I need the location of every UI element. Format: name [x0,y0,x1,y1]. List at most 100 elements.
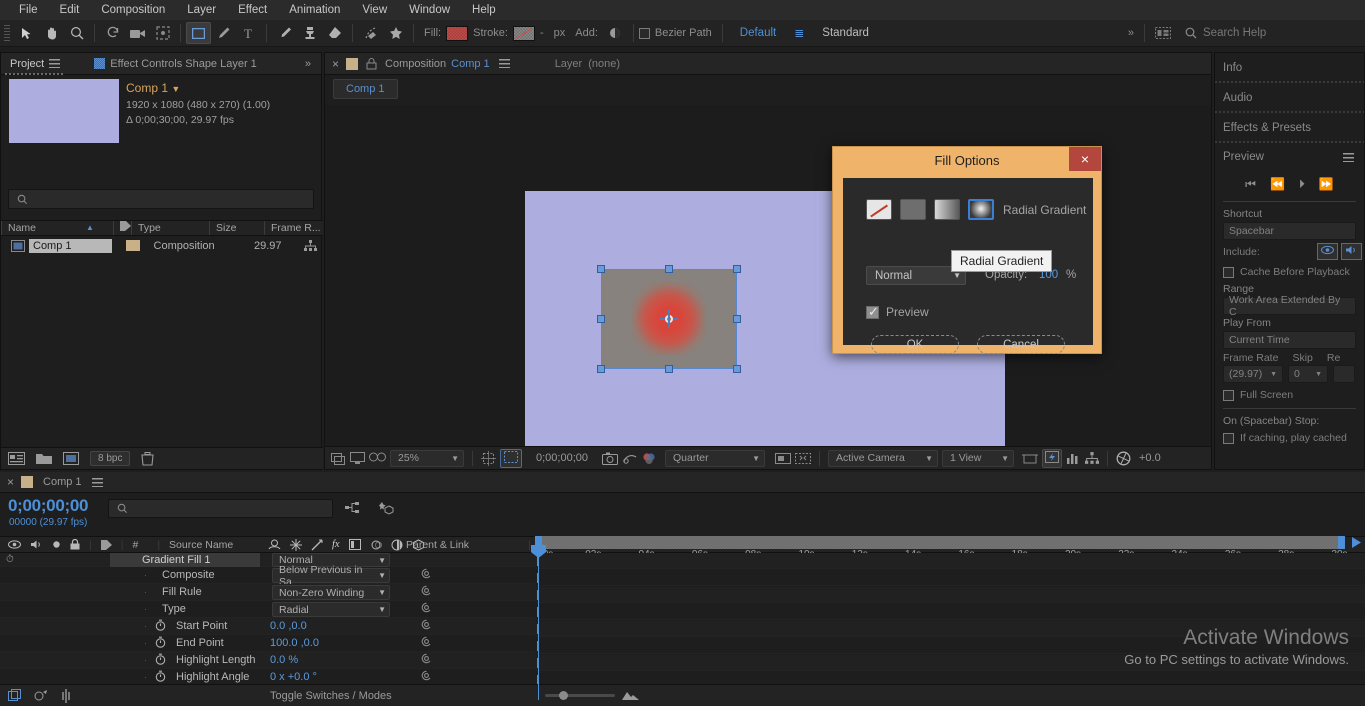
handle-bottom-left[interactable] [597,365,605,373]
handle-bottom-center[interactable] [665,365,673,373]
composition-subtab[interactable]: Comp 1 [333,79,398,99]
preview-panel-menu-icon[interactable] [1343,153,1354,162]
col-type[interactable]: Type [131,221,209,235]
shy-icon[interactable] [268,539,281,550]
new-folder-icon[interactable] [36,452,52,465]
col-source-name[interactable]: Source Name [169,539,233,551]
comp-dropdown-icon[interactable]: ▼ [171,84,180,94]
exposure-value[interactable]: +0.0 [1135,452,1161,464]
expression-icon[interactable] [420,601,433,617]
clone-stamp-tool-icon[interactable] [297,22,322,44]
bezier-path-checkbox[interactable] [639,28,650,39]
work-area-end-handle[interactable] [1338,536,1345,549]
property-value[interactable]: 0.0 % [270,654,298,666]
solo-icon[interactable] [52,540,61,549]
handle-middle-right[interactable] [733,315,741,323]
puppet-pin-tool-icon[interactable] [383,22,408,44]
menu-item-view[interactable]: View [351,0,398,20]
menu-item-edit[interactable]: Edit [49,0,91,20]
timeline-panel-menu-icon[interactable] [92,478,103,487]
toggle-switches-modes-button[interactable]: Toggle Switches / Modes [270,690,392,702]
timeline-property-row[interactable]: ·Start Point0.0 ,0.0 [0,618,535,635]
previous-frame-icon[interactable]: ⏪ [1270,177,1285,191]
add-menu-icon[interactable] [603,22,628,44]
quality-icon[interactable] [311,539,323,551]
composition-mini-flowchart-icon[interactable] [345,501,361,515]
hand-tool-icon[interactable] [39,22,64,44]
pan-behind-tool-icon[interactable] [150,22,175,44]
region-of-interest-icon[interactable] [500,449,522,468]
type-tool-icon[interactable]: T [236,22,261,44]
property-value[interactable]: 0 x +0.0 ° [270,671,317,683]
current-time-indicator[interactable] [538,549,539,700]
if-caching-row[interactable]: If caching, play cached [1215,429,1364,447]
col-size[interactable]: Size [209,221,264,235]
project-search-input[interactable] [8,189,314,209]
timeline-track-row[interactable] [535,570,1365,586]
stroke-color-swatch[interactable] [513,26,535,41]
timeline-close-icon[interactable]: × [0,475,21,489]
lock-icon[interactable] [366,58,377,70]
col-framerate[interactable]: Frame R... [264,221,322,235]
handle-bottom-right[interactable] [733,365,741,373]
timeline-zoom-knob[interactable] [559,691,568,700]
comp-timecode[interactable]: 0;00;00;00 [526,452,598,464]
close-tab-icon[interactable]: × [325,57,346,71]
expression-icon[interactable] [420,669,433,685]
tab-project[interactable]: Project [1,53,69,75]
label-tag-icon[interactable] [101,540,112,550]
stopwatch-icon[interactable] [155,653,166,668]
fill-type-radial-gradient-button[interactable] [968,199,994,220]
property-dropdown[interactable]: Non-Zero Winding▼ [272,585,390,600]
fast-previews-icon[interactable] [1042,449,1062,468]
composition-panel-menu-icon[interactable] [499,59,510,68]
shape-layer-rect[interactable] [601,269,737,369]
toolbar-grip[interactable] [4,25,10,41]
new-footage-icon[interactable] [8,452,25,465]
layer-tab-label[interactable]: Layer [555,58,583,70]
workspace-standard[interactable]: Standard [810,27,881,39]
draft-3d-icon[interactable] [378,501,394,516]
timeline-track-row[interactable] [535,638,1365,654]
project-panel-menu-icon[interactable] [49,59,60,68]
play-icon[interactable]: ⏵ [1299,177,1305,192]
snapshot-camera-icon[interactable] [602,452,618,465]
show-snapshot-icon[interactable] [622,452,638,465]
project-tabs-overflow[interactable]: » [305,58,321,70]
stopwatch-icon[interactable]: ⏱ [6,554,14,565]
full-screen-checkbox[interactable] [1223,390,1234,401]
project-row-label-color[interactable] [126,240,140,251]
panel-audio[interactable]: Audio [1215,83,1364,113]
roto-brush-tool-icon[interactable] [358,22,383,44]
stroke-width-value[interactable]: - [535,27,549,39]
tab-effect-controls[interactable]: Effect Controls Shape Layer 1 [85,53,266,75]
timeline-tab-name[interactable]: Comp 1 [43,476,82,488]
rectangle-tool-icon[interactable] [186,22,211,44]
property-dropdown[interactable]: Below Previous in Sa▼ [272,568,390,583]
workspace-default[interactable]: Default [728,27,788,39]
expression-icon[interactable] [420,567,433,583]
timeline-property-row[interactable]: ·CompositeBelow Previous in Sa▼ [0,567,535,584]
expression-icon[interactable] [420,635,433,651]
col-parent-link[interactable]: Parent & Link [406,539,469,551]
resolution-dropdown[interactable]: Quarter ▼ [665,450,765,467]
if-caching-checkbox[interactable] [1223,433,1234,444]
camera-view-dropdown[interactable]: Active Camera ▼ [828,450,938,467]
cache-before-playback-row[interactable]: Cache Before Playback [1215,263,1364,281]
pixel-aspect-correction-icon[interactable] [1022,452,1038,465]
delete-icon[interactable] [141,452,154,466]
rotate-tool-icon[interactable] [100,22,125,44]
preview-checkbox-row[interactable]: Preview [866,305,929,319]
full-screen-row[interactable]: Full Screen [1215,386,1364,404]
eye-icon[interactable] [8,540,21,549]
range-value[interactable]: Work Area Extended By C [1223,297,1356,315]
ok-button[interactable]: OK [871,335,959,354]
timeline-track-row[interactable] [535,655,1365,671]
workspace-overflow[interactable]: » [1123,27,1139,39]
first-frame-icon[interactable]: ⏮ [1245,177,1256,192]
main-viewer-icon[interactable] [350,451,365,465]
search-help-box[interactable]: Search Help [1175,27,1365,39]
fill-type-none-button[interactable] [866,199,892,220]
workspace-options-icon[interactable]: ≣ [788,26,810,40]
audio-icon[interactable] [30,539,43,550]
